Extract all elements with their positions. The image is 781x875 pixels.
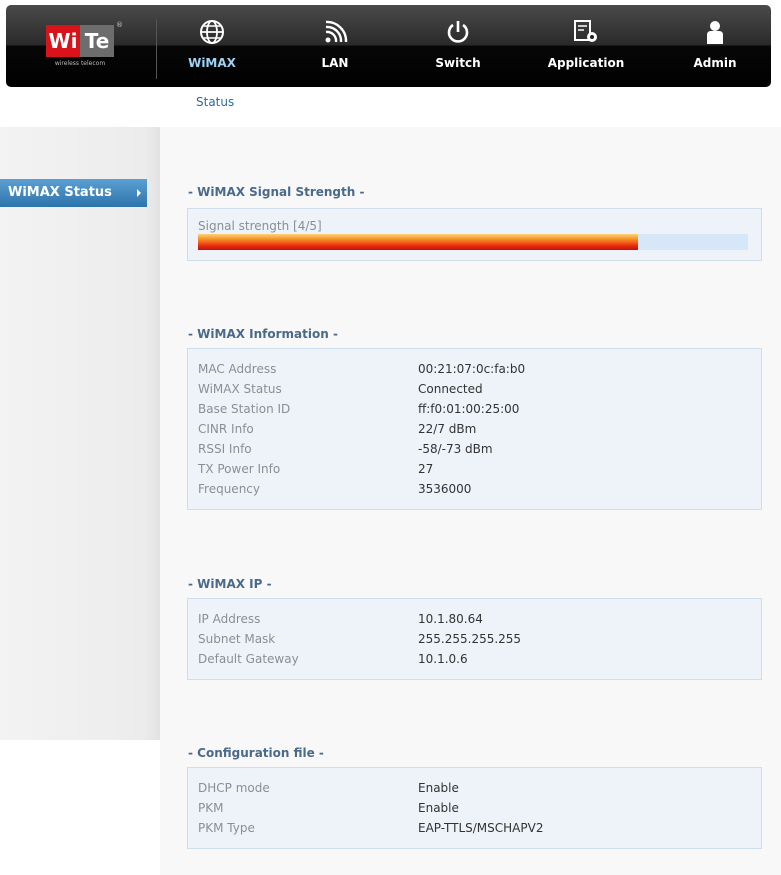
application-gear-icon xyxy=(574,20,597,42)
info-key: Base Station ID xyxy=(198,402,291,416)
ip-section-title: - WiMAX IP - xyxy=(188,577,272,591)
info-key: RSSI Info xyxy=(198,442,252,456)
config-row: PKM Type EAP-TTLS/MSCHAPV2 xyxy=(198,821,753,841)
nav-wimax-label: WiMAX xyxy=(188,56,236,70)
info-row: CINR Info 22/7 dBm xyxy=(198,422,753,442)
ip-value: 10.1.0.6 xyxy=(418,652,468,666)
config-panel: DHCP mode Enable PKM Enable PKM Type EAP-TT… xyxy=(187,767,762,849)
info-row: Base Station ID ff:f0:01:00:25:00 xyxy=(198,402,753,422)
signal-strength-fill xyxy=(198,234,638,250)
info-row: RSSI Info -58/-73 dBm xyxy=(198,442,753,462)
nav-switch-label: Switch xyxy=(435,56,481,70)
info-row: TX Power Info 27 xyxy=(198,462,753,482)
config-key: PKM Type xyxy=(198,821,255,835)
info-value: 00:21:07:0c:fa:b0 xyxy=(418,362,526,376)
logo-te: Te xyxy=(80,25,114,57)
logo-wi: Wi xyxy=(46,25,80,57)
config-value: EAP-TTLS/MSCHAPV2 xyxy=(418,821,544,835)
info-panel: MAC Address 00:21:07:0c:fa:b0 WiMAX Statu… xyxy=(187,348,762,510)
info-key: WiMAX Status xyxy=(198,382,282,396)
ip-key: Default Gateway xyxy=(198,652,299,666)
config-value: Enable xyxy=(418,801,459,815)
info-value: 22/7 dBm xyxy=(418,422,477,436)
info-row: Frequency 3536000 xyxy=(198,482,753,502)
ip-key: IP Address xyxy=(198,612,261,626)
info-key: CINR Info xyxy=(198,422,254,436)
info-value: 27 xyxy=(418,462,434,476)
power-icon xyxy=(447,21,469,43)
sidebar-item-wimax-status[interactable]: WiMAX Status xyxy=(0,179,147,207)
config-row: PKM Enable xyxy=(198,801,753,821)
logo-tagline: wireless telecom xyxy=(54,60,106,67)
ip-row: Subnet Mask 255.255.255.255 xyxy=(198,632,753,652)
ip-key: Subnet Mask xyxy=(198,632,276,646)
info-key: Frequency xyxy=(198,482,260,496)
signal-strength-bar xyxy=(198,234,748,250)
wite-logo[interactable]: Wi Te wireless telecom ® xyxy=(46,21,123,73)
nav-lan-label: LAN xyxy=(321,56,349,70)
sidebar xyxy=(0,127,160,740)
info-section-title: - WiMAX Information - xyxy=(188,327,338,341)
logo-registered-mark: ® xyxy=(116,21,123,29)
signal-section-title: - WiMAX Signal Strength - xyxy=(188,185,365,199)
nav-application-label: Application xyxy=(547,56,625,70)
info-row: WiMAX Status Connected xyxy=(198,382,753,402)
sidebar-item-label: WiMAX Status xyxy=(8,185,112,200)
chevron-right-icon xyxy=(137,189,141,197)
config-key: PKM xyxy=(198,801,224,815)
wireless-signal-icon xyxy=(325,20,348,43)
ip-value: 10.1.80.64 xyxy=(418,612,483,626)
signal-panel: Signal strength [4/5] xyxy=(187,208,762,261)
config-section-title: - Configuration file - xyxy=(188,746,324,760)
ip-row: Default Gateway 10.1.0.6 xyxy=(198,652,753,672)
ip-value: 255.255.255.255 xyxy=(418,632,522,646)
nav-admin-label: Admin xyxy=(693,56,737,70)
info-value: Connected xyxy=(418,382,483,396)
nav-lan[interactable]: LAN xyxy=(280,17,390,77)
ip-panel: IP Address 10.1.80.64 Subnet Mask 255.255.… xyxy=(187,598,762,680)
user-icon xyxy=(707,21,723,44)
subnav-status[interactable]: Status xyxy=(196,95,234,109)
nav-switch[interactable]: Switch xyxy=(403,17,513,77)
nav-application[interactable]: Application xyxy=(531,17,641,77)
info-value: -58/-73 dBm xyxy=(418,442,493,456)
signal-strength-label: Signal strength [4/5] xyxy=(198,219,322,233)
config-key: DHCP mode xyxy=(198,781,270,795)
info-value: ff:f0:01:00:25:00 xyxy=(418,402,520,416)
nav-admin[interactable]: Admin xyxy=(660,17,770,77)
top-header: Wi Te wireless telecom ® WiMAX LAN Switc… xyxy=(6,5,771,87)
nav-wimax[interactable]: WiMAX xyxy=(157,17,267,77)
info-row: MAC Address 00:21:07:0c:fa:b0 xyxy=(198,362,753,382)
config-value: Enable xyxy=(418,781,459,795)
info-key: MAC Address xyxy=(198,362,277,376)
ip-row: IP Address 10.1.80.64 xyxy=(198,612,753,632)
info-key: TX Power Info xyxy=(198,462,281,476)
info-value: 3536000 xyxy=(418,482,472,496)
globe-icon xyxy=(200,20,224,44)
config-row: DHCP mode Enable xyxy=(198,781,753,801)
